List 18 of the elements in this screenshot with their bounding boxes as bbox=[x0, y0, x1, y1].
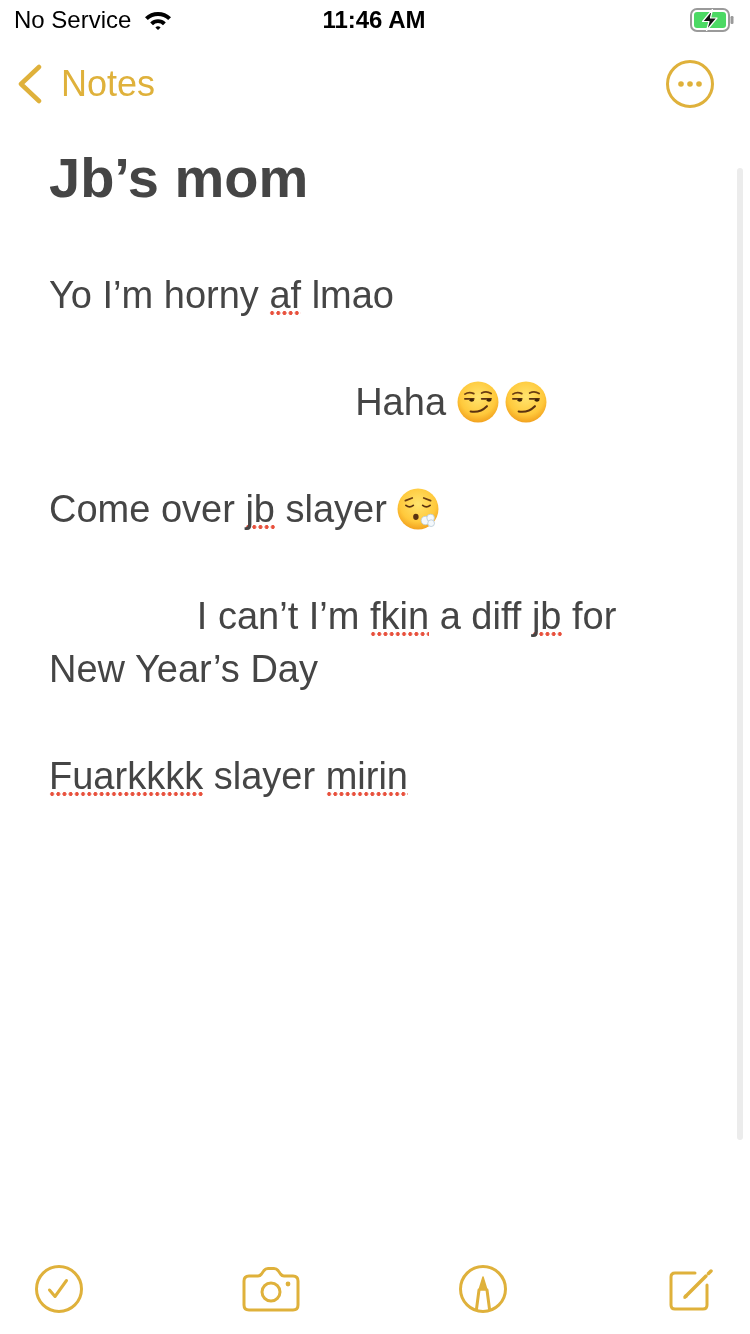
status-time: 11:46 AM bbox=[322, 6, 426, 34]
checkmark-circle-icon[interactable] bbox=[35, 1265, 83, 1313]
camera-icon[interactable] bbox=[242, 1266, 300, 1312]
exhaling-face-icon bbox=[397, 488, 440, 530]
note-text: Fuarkkkk slayer mirin bbox=[49, 754, 408, 799]
chevron-left-icon bbox=[17, 64, 43, 104]
carrier-label: No Service bbox=[14, 6, 132, 34]
more-icon[interactable] bbox=[666, 60, 714, 108]
smirking-face-icon bbox=[504, 381, 547, 423]
markup-pen-icon[interactable] bbox=[459, 1265, 507, 1313]
wifi-icon bbox=[144, 10, 173, 30]
smirking-face-icon bbox=[456, 381, 499, 423]
note-title: Jb’s mom bbox=[49, 145, 309, 211]
note-text: Haha bbox=[355, 381, 447, 423]
note-text: I can’t I’m fkin a diff jb for New Year’s Day bbox=[49, 594, 618, 692]
back-button[interactable]: Notes bbox=[17, 63, 156, 105]
note-text: Come over jb slayer bbox=[49, 488, 388, 530]
note-text: Yo I’m horny af lmao bbox=[49, 273, 394, 318]
